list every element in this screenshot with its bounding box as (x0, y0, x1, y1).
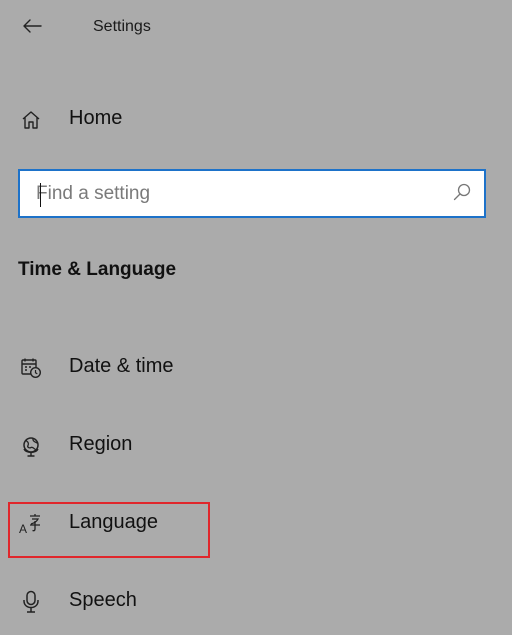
search-input[interactable] (36, 181, 436, 207)
nav-item-region[interactable]: Region (0, 420, 512, 472)
nav-item-label: Home (69, 107, 123, 129)
nav-item-label: Date & time (69, 355, 174, 377)
globe-icon (18, 433, 44, 459)
arrow-left-icon (22, 18, 42, 39)
nav-item-date-time[interactable]: Date & time (0, 342, 512, 394)
search-box (18, 169, 486, 218)
microphone-icon (18, 589, 44, 615)
home-icon (18, 107, 44, 133)
highlight-box (8, 502, 210, 558)
app-title: Settings (93, 18, 151, 35)
back-button[interactable] (14, 12, 50, 44)
section-heading: Time & Language (18, 259, 177, 280)
search-icon (452, 182, 472, 207)
calendar-clock-icon (18, 355, 44, 381)
search-button[interactable] (450, 182, 474, 206)
nav-item-label: Region (69, 433, 133, 455)
nav-item-speech[interactable]: Speech (0, 576, 512, 628)
nav-item-label: Speech (69, 589, 137, 611)
nav-item-home[interactable]: Home (0, 96, 512, 144)
title-bar: Settings (0, 0, 512, 58)
text-caret (40, 183, 41, 207)
